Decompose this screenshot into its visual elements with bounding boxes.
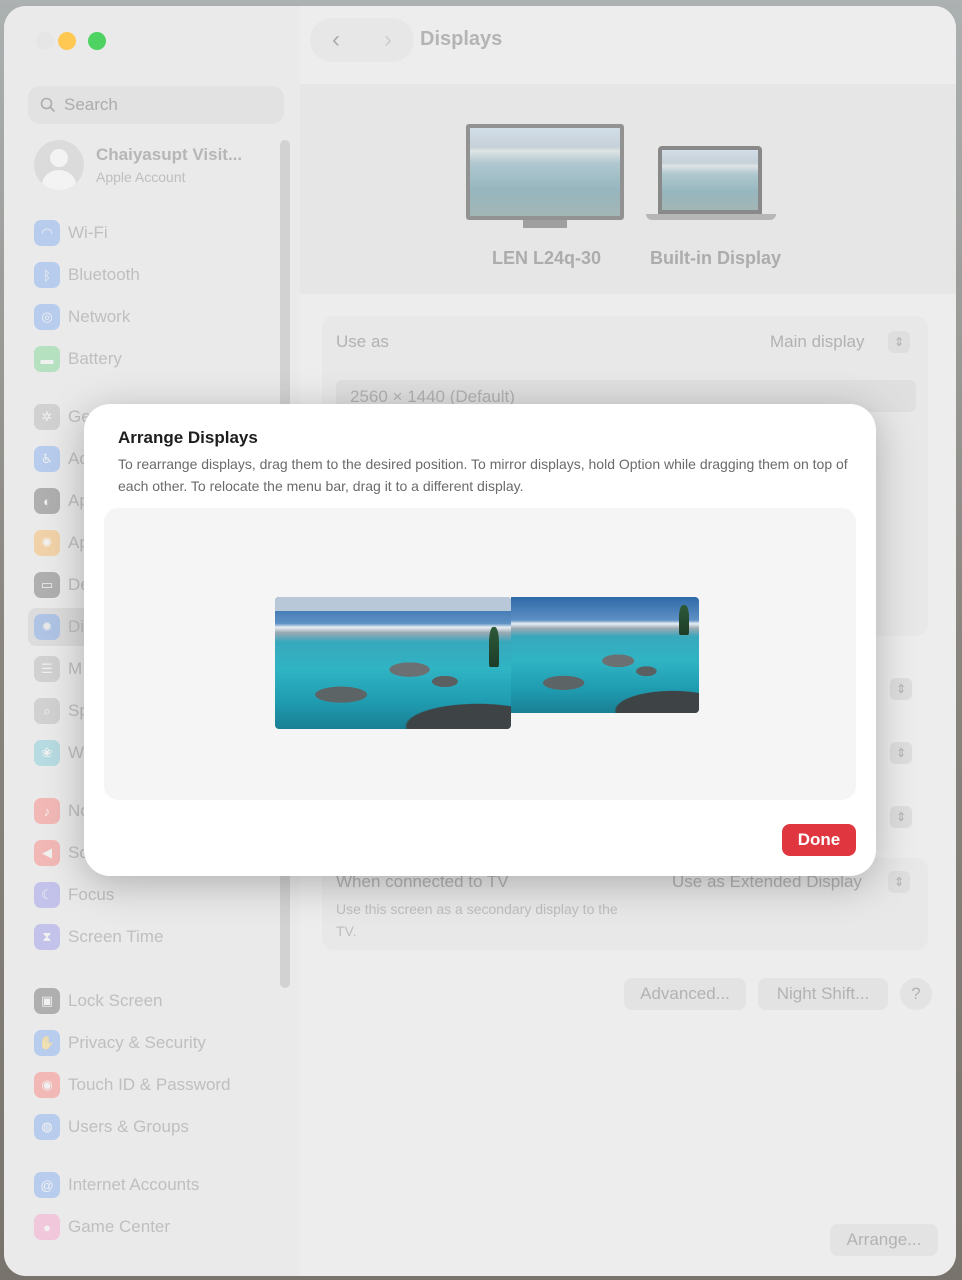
arrange-displays-dialog: Arrange Displays To rearrange displays, …: [84, 404, 876, 876]
tree-icon: [489, 627, 499, 667]
done-button[interactable]: Done: [782, 824, 856, 856]
wallpaper-image: [511, 597, 699, 713]
wallpaper-image: [275, 597, 511, 729]
builtin-display-thumbnail[interactable]: [511, 597, 699, 713]
external-display-thumbnail[interactable]: [275, 597, 511, 729]
dialog-description: To rearrange displays, drag them to the …: [118, 456, 848, 494]
dialog-title: Arrange Displays: [118, 428, 258, 447]
arrangement-canvas[interactable]: [104, 508, 856, 800]
tree-icon: [679, 605, 689, 635]
menu-bar-handle[interactable]: [275, 597, 511, 611]
